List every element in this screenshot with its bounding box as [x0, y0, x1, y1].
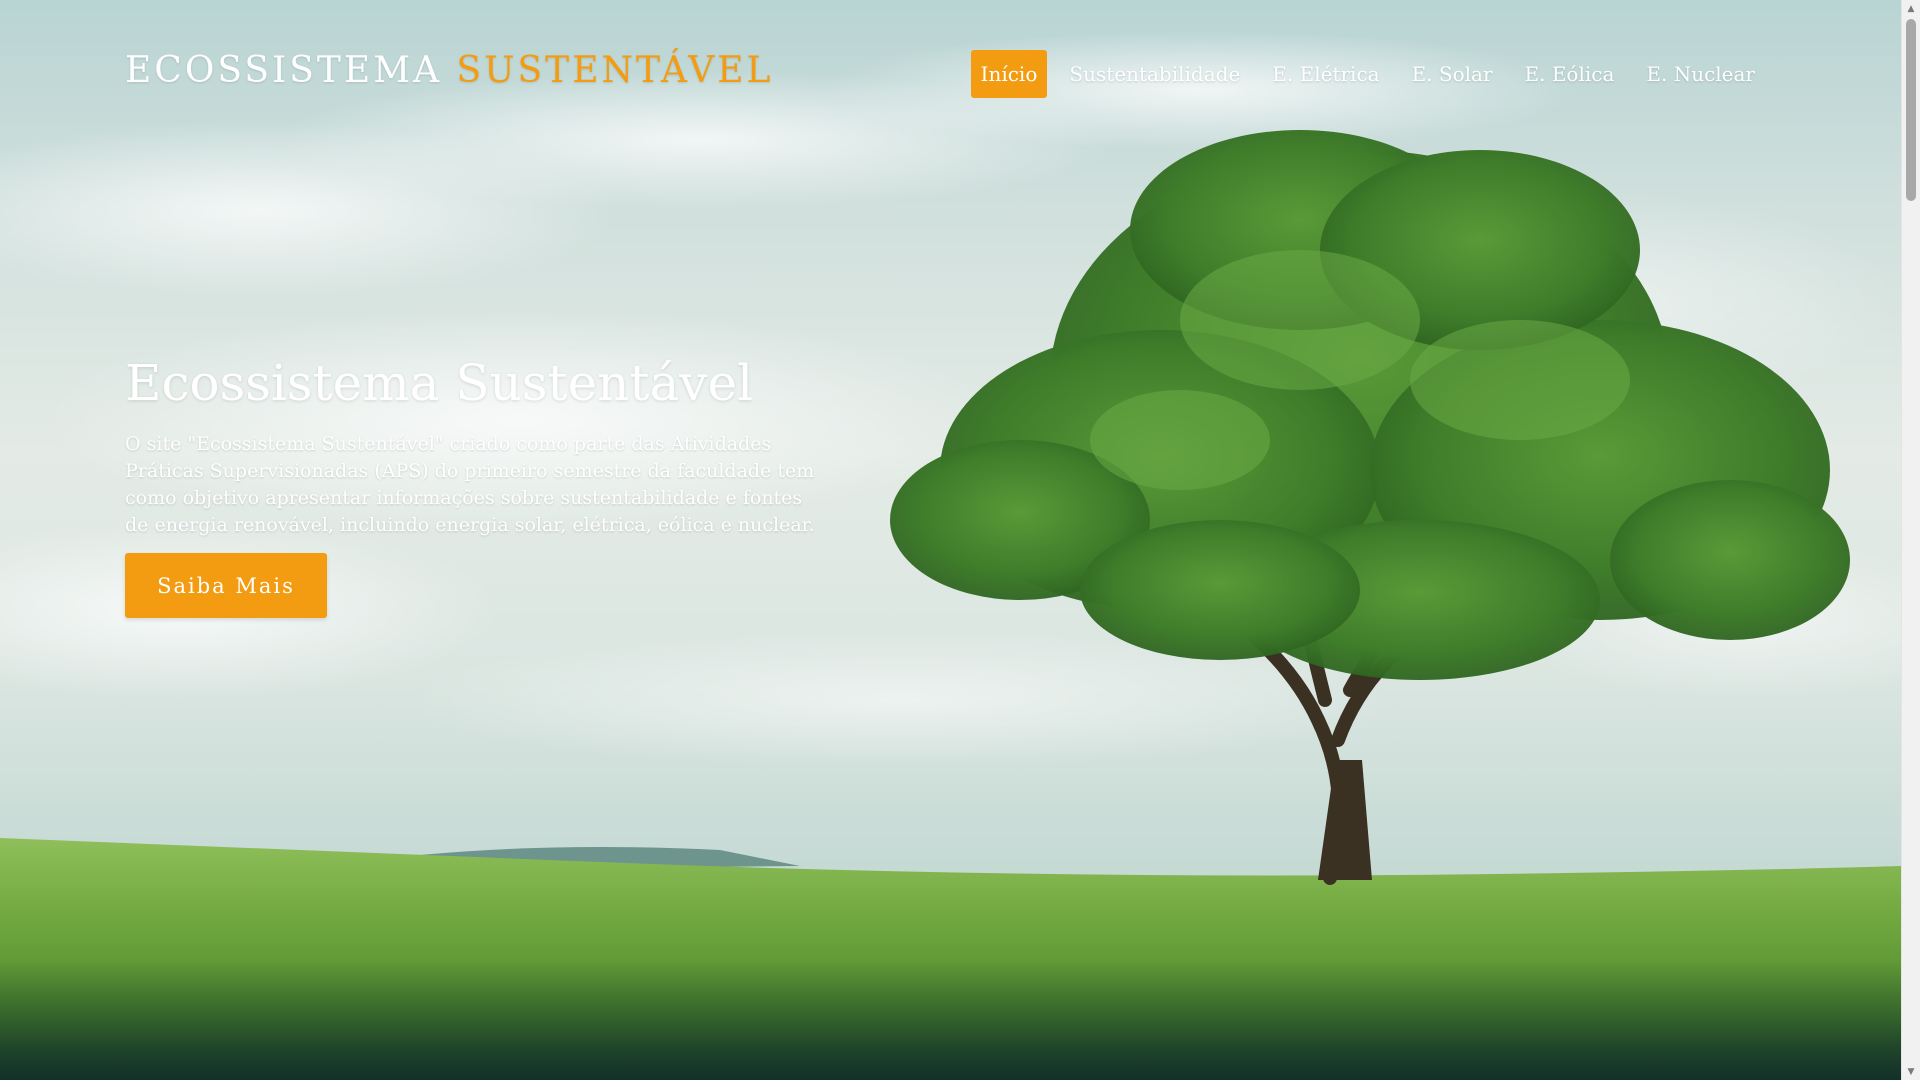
site-logo[interactable]: ECOSSISTEMA SUSTENTÁVEL — [125, 50, 773, 91]
site-logo-accent: SUSTENTÁVEL — [456, 50, 774, 91]
hero-section: ECOSSISTEMA SUSTENTÁVEL Início Sustentab… — [0, 0, 1901, 1080]
site-logo-main: ECOSSISTEMA — [125, 50, 443, 91]
scrollbar-thumb[interactable] — [1906, 19, 1916, 201]
nav-item-eletrica[interactable]: E. Elétrica — [1262, 50, 1389, 98]
hero-title: Ecossistema Sustentável — [125, 354, 754, 412]
nav-item-sustentabilidade[interactable]: Sustentabilidade — [1059, 50, 1250, 98]
main-nav: Início Sustentabilidade E. Elétrica E. S… — [970, 50, 1765, 98]
hero-background-image — [0, 30, 1901, 1080]
page-viewport: ECOSSISTEMA SUSTENTÁVEL Início Sustentab… — [0, 0, 1920, 1080]
chevron-down-icon[interactable]: ▼ — [1902, 1063, 1920, 1080]
page-scrollbar[interactable]: ▲ ▼ — [1901, 0, 1920, 1080]
chevron-up-icon[interactable]: ▲ — [1902, 0, 1920, 17]
hero-description: O site "Ecossistema Sustentável" criado … — [125, 433, 815, 536]
nav-item-eolica[interactable]: E. Eólica — [1515, 50, 1625, 98]
nav-item-nuclear[interactable]: E. Nuclear — [1636, 50, 1765, 98]
nav-item-inicio[interactable]: Início — [970, 50, 1048, 98]
saiba-mais-button[interactable]: Saiba Mais — [125, 553, 327, 618]
nav-item-solar[interactable]: E. Solar — [1402, 50, 1503, 98]
